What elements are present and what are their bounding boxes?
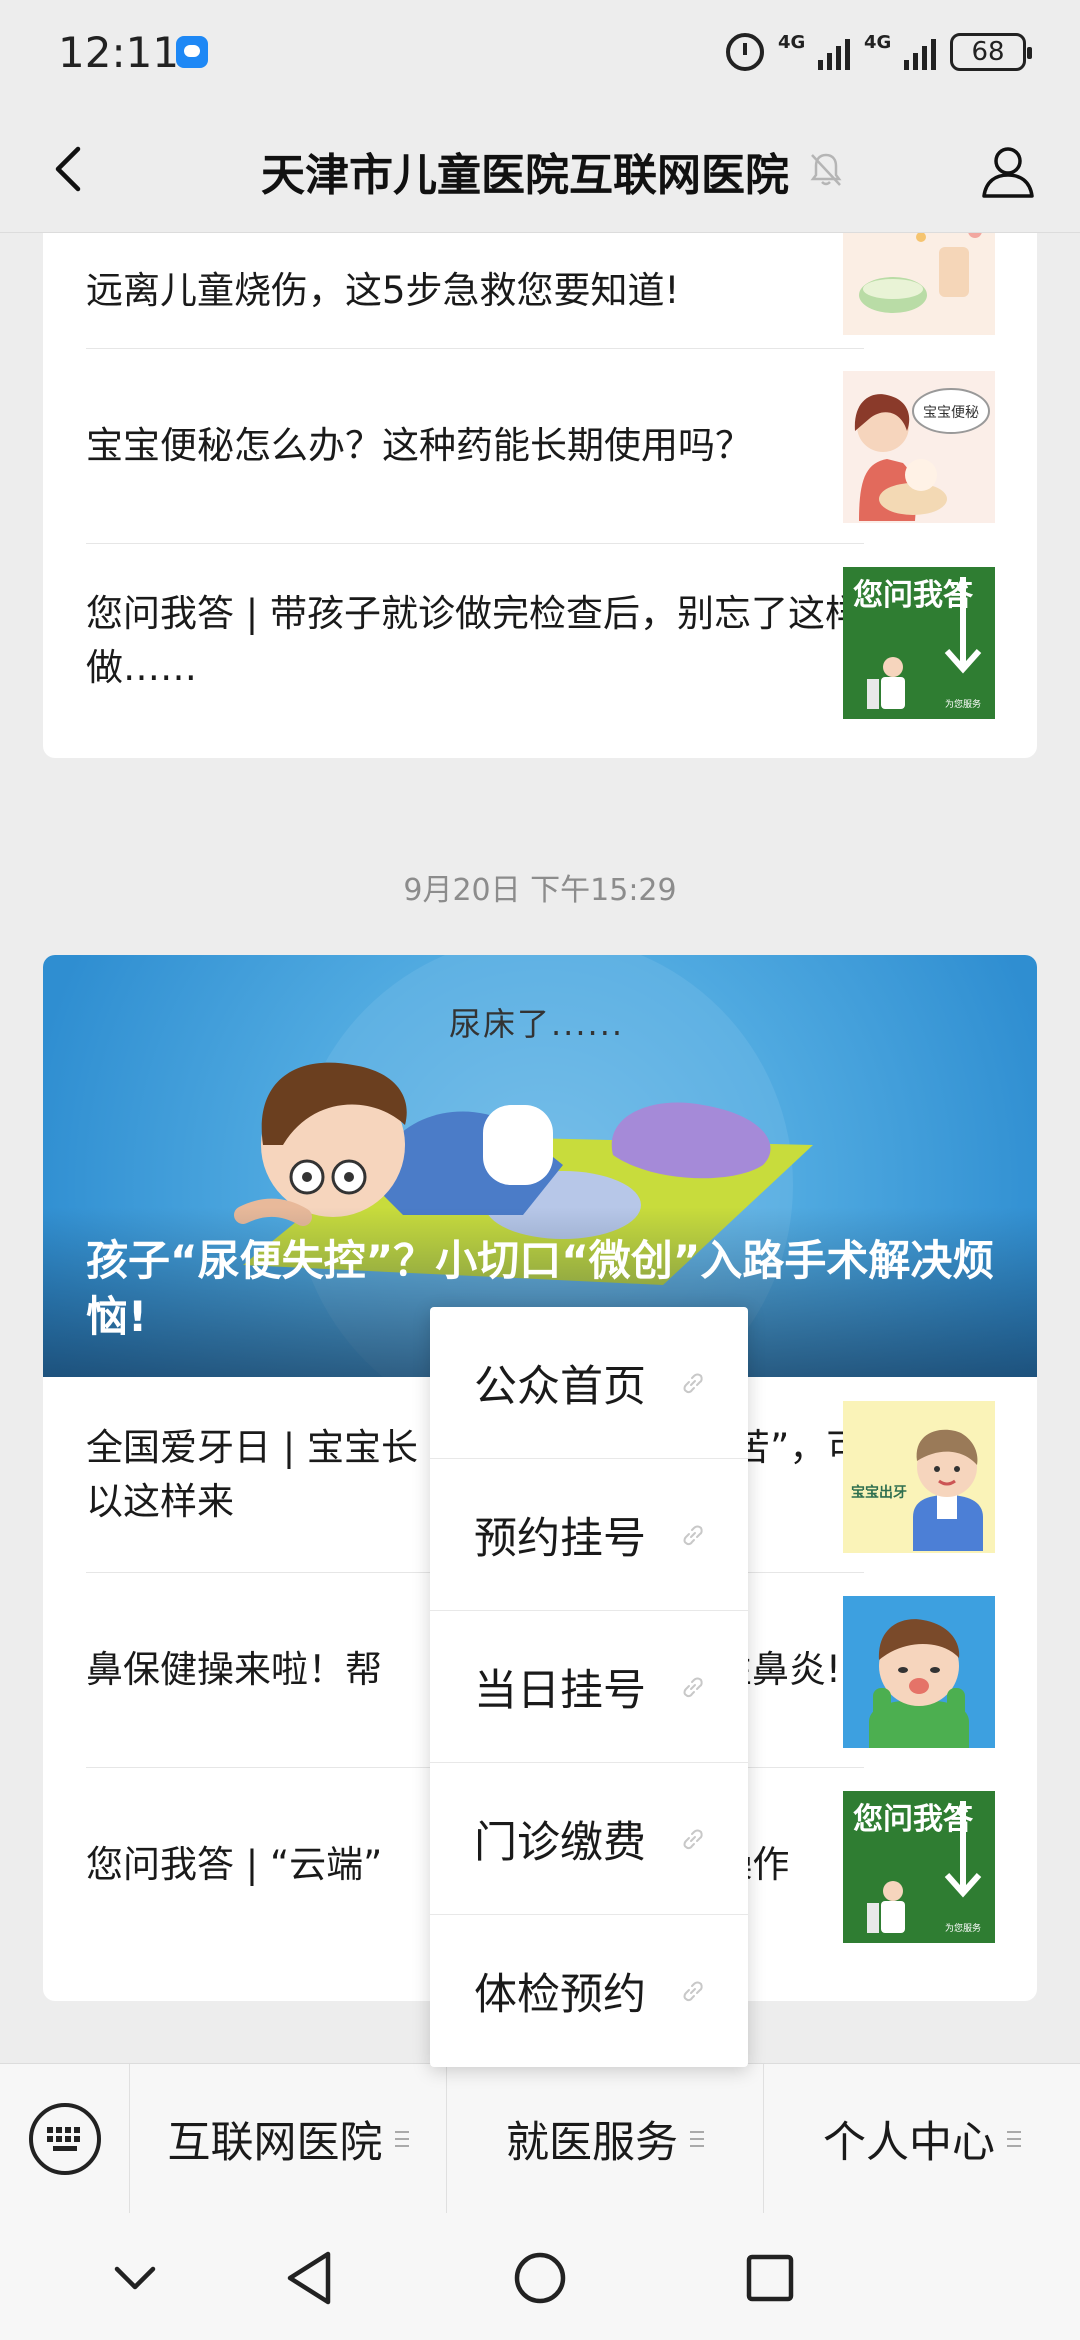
first-aid-illustration: [859, 233, 982, 313]
signal-strength-icon: 4G: [864, 32, 936, 70]
link-icon: [683, 1829, 703, 1850]
menu-item-outpatient-payment[interactable]: 门诊缴费: [430, 1763, 748, 1915]
signal-strength-icon: 4G: [778, 32, 850, 70]
thumb-label: 宝宝便秘: [923, 405, 979, 421]
network-type-label: 4G: [864, 32, 892, 53]
status-bar: 12:11 4G 4G 68: [0, 0, 1080, 105]
status-time: 12:11: [58, 28, 180, 77]
article-thumbnail: [843, 1596, 995, 1748]
mute-bell-icon: [810, 153, 842, 186]
menu-item-label: 当日挂号: [474, 1665, 646, 1716]
submenu-indicator-icon: [1007, 2130, 1021, 2147]
official-account-menu-bar: 互联网医院 就医服务 个人中心: [0, 2063, 1080, 2214]
status-indicators: 4G 4G 68: [726, 30, 1032, 74]
article-title: 远离儿童烧伤，这5步急救您要知道!: [86, 268, 680, 312]
menu-item-label: 预约挂号: [474, 1513, 646, 1564]
menu-tab-label: 互联网医院: [167, 2117, 383, 2168]
nav-back-button[interactable]: [274, 2243, 344, 2313]
chat-header: 天津市儿童医院互联网医院: [0, 105, 1080, 233]
article-item[interactable]: 远离儿童烧伤，这5步急救您要知道!: [86, 233, 864, 348]
menu-tab-medical-services[interactable]: 就医服务: [447, 2064, 764, 2213]
article-title: 您问我答 | 带孩子就诊做完检查后，别忘了这样做……: [86, 591, 862, 689]
message-timestamp: 9月20日 下午15:29: [403, 873, 677, 908]
article-thumbnail: [843, 233, 995, 335]
submenu-indicator-icon: [394, 2130, 409, 2147]
nav-home-button[interactable]: [505, 2243, 575, 2313]
system-navigation-bar: [0, 2213, 1080, 2340]
submenu-indicator-icon: [690, 2130, 704, 2147]
qa-thumbnail-illustration: 您问我答 为您服务: [853, 577, 982, 710]
article-thumbnail: 宝宝出牙: [843, 1401, 995, 1553]
menu-item-label: 门诊缴费: [474, 1817, 646, 1868]
article-thumbnail: 您问我答 为您服务: [843, 1791, 995, 1943]
page-title: 天津市儿童医院互联网医院: [261, 150, 789, 201]
rhinitis-illustration: [869, 1619, 969, 1748]
qa-thumbnail-illustration: 您问我答 为您服务: [853, 1801, 982, 1934]
alarm-icon: [726, 33, 764, 71]
recents-square-icon: [746, 2254, 794, 2302]
submenu-popup: 公众首页 预约挂号 当日挂号 门诊缴费 体检预约: [430, 1307, 748, 2067]
menu-item-same-day-registration[interactable]: 当日挂号: [430, 1611, 748, 1763]
article-thumbnail: 宝宝便秘: [843, 371, 995, 523]
link-icon: [683, 1981, 703, 2002]
link-icon: [683, 1677, 703, 1698]
constipation-illustration: 宝宝便秘: [854, 388, 990, 521]
thumb-caption: 为您服务: [945, 698, 981, 710]
nav-hide-button[interactable]: [100, 2243, 170, 2313]
menu-tab-label: 个人中心: [823, 2117, 995, 2168]
battery-level: 68: [971, 37, 1005, 67]
menu-tab-label: 就医服务: [506, 2117, 678, 2168]
menu-tab-internet-hospital[interactable]: 互联网医院: [130, 2064, 447, 2213]
message-notification-icon: [176, 36, 208, 68]
menu-item-official-home[interactable]: 公众首页: [430, 1307, 748, 1459]
article-thumbnail: 您问我答 为您服务: [843, 567, 995, 719]
article-card: 远离儿童烧伤，这5步急救您要知道! 宝宝便秘怎么办？这种药能长期使用吗？ 宝宝便…: [43, 233, 1037, 758]
home-circle-icon: [514, 2252, 566, 2304]
network-type-label: 4G: [778, 32, 806, 53]
battery-icon: 68: [950, 33, 1032, 71]
article-item[interactable]: 宝宝便秘怎么办？这种药能长期使用吗？: [86, 348, 864, 543]
teething-illustration: 宝宝出牙: [851, 1429, 983, 1551]
chevron-down-icon: [114, 2266, 156, 2290]
thumb-caption: 为您服务: [945, 1922, 981, 1934]
link-icon: [683, 1373, 703, 1394]
banner-caption: 尿床了......: [449, 1005, 625, 1043]
link-icon: [683, 1525, 703, 1546]
menu-item-checkup-booking[interactable]: 体检预约: [430, 1915, 748, 2067]
profile-icon[interactable]: [980, 143, 1036, 199]
menu-item-label: 体检预约: [474, 1970, 646, 2020]
thumb-label: 您问我答: [853, 578, 974, 613]
keyboard-toggle-button[interactable]: [0, 2064, 130, 2214]
menu-item-appointment[interactable]: 预约挂号: [430, 1459, 748, 1611]
menu-item-label: 公众首页: [474, 1361, 646, 1412]
keyboard-icon: [28, 2103, 101, 2175]
nav-recents-button[interactable]: [735, 2243, 805, 2313]
thumb-label: 宝宝出牙: [851, 1484, 907, 1501]
article-title: 宝宝便秘怎么办？这种药能长期使用吗？: [86, 423, 752, 467]
article-item[interactable]: 您问我答 | 带孩子就诊做完检查后，别忘了这样做……: [86, 543, 864, 738]
thumb-label: 您问我答: [853, 1802, 974, 1837]
back-triangle-icon: [287, 2251, 331, 2305]
menu-tab-personal-center[interactable]: 个人中心: [764, 2064, 1080, 2213]
